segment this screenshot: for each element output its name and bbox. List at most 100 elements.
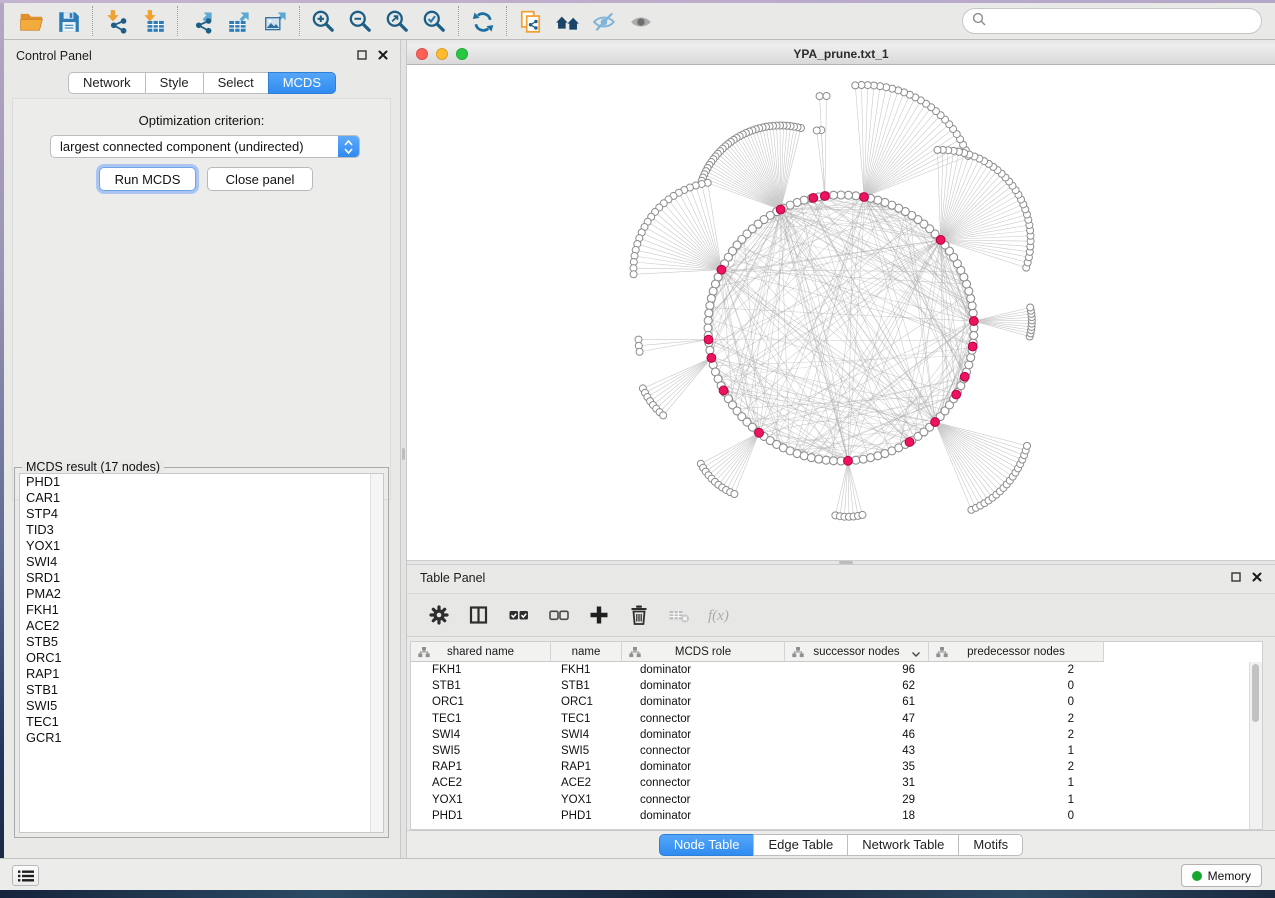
column-label: predecessor nodes: [967, 646, 1065, 658]
mcds-result-item[interactable]: STP4: [20, 506, 383, 522]
cell-predecessor-nodes: 0: [929, 678, 1104, 694]
tab-mcds[interactable]: MCDS: [268, 72, 336, 94]
mcds-result-item[interactable]: GCR1: [20, 730, 383, 746]
column-header-name[interactable]: name: [551, 642, 622, 662]
table-row[interactable]: RAP1RAP1dominator352: [411, 759, 1262, 775]
mcds-result-item[interactable]: STB1: [20, 682, 383, 698]
delete-row-icon[interactable]: [627, 603, 651, 627]
float-panel-icon[interactable]: [1231, 569, 1241, 587]
cell-successor-nodes: 35: [785, 759, 929, 775]
table-header-row: shared name nameMCDS role successor nodes p…: [411, 642, 1262, 662]
show-all-icon[interactable]: [623, 6, 660, 36]
mcds-result-item[interactable]: ACE2: [20, 618, 383, 634]
import-network-icon[interactable]: [98, 6, 135, 36]
columns-icon[interactable]: [467, 603, 491, 627]
mcds-result-item[interactable]: ORC1: [20, 650, 383, 666]
mcds-result-item[interactable]: SWI4: [20, 554, 383, 570]
cell-name: FKH1: [551, 662, 622, 678]
settings-icon[interactable]: [427, 603, 451, 627]
column-header-shared-name[interactable]: shared name: [411, 642, 551, 662]
table-row[interactable]: PHD1PHD1dominator180: [411, 808, 1262, 824]
table-row[interactable]: YOX1YOX1connector291: [411, 792, 1262, 808]
status-menu-button[interactable]: [12, 865, 39, 886]
network-canvas[interactable]: [407, 65, 1275, 560]
mcds-result-item[interactable]: PHD1: [20, 474, 383, 490]
close-panel-icon[interactable]: [1252, 569, 1262, 587]
tab-select[interactable]: Select: [203, 72, 269, 94]
close-panel-button[interactable]: Close panel: [207, 167, 313, 191]
optimization-select[interactable]: largest connected component (undirected): [50, 135, 360, 158]
mcds-result-item[interactable]: STB5: [20, 634, 383, 650]
tab-style[interactable]: Style: [145, 72, 204, 94]
toolbar-group: [8, 6, 92, 36]
tab-node-table[interactable]: Node Table: [659, 834, 755, 856]
mcds-result-item[interactable]: RAP1: [20, 666, 383, 682]
zoom-out-icon[interactable]: [342, 6, 379, 36]
control-panel-tabs: NetworkStyleSelectMCDS: [4, 72, 400, 94]
table-toolbar: f(x): [407, 593, 1275, 637]
table-scrollbar[interactable]: [1249, 662, 1262, 829]
add-row-icon[interactable]: [587, 603, 611, 627]
tab-network-table[interactable]: Network Table: [847, 834, 959, 856]
table-row[interactable]: STB1STB1dominator620: [411, 678, 1262, 694]
mcds-result-list[interactable]: PHD1CAR1STP4TID3YOX1SWI4SRD1PMA2FKH1ACE2…: [19, 473, 384, 833]
select-all-icon[interactable]: [507, 603, 531, 627]
save-session-icon[interactable]: [50, 6, 87, 36]
mcds-result-item[interactable]: TID3: [20, 522, 383, 538]
open-session-icon[interactable]: [13, 6, 50, 36]
cell-successor-nodes: 29: [785, 792, 929, 808]
cell-predecessor-nodes: 1: [929, 775, 1104, 791]
export-network-icon[interactable]: [183, 6, 220, 36]
table-row[interactable]: ORC1ORC1dominator610: [411, 694, 1262, 710]
zoom-selected-icon[interactable]: [416, 6, 453, 36]
table-scrollbar-thumb[interactable]: [1252, 664, 1259, 722]
export-table-icon[interactable]: [220, 6, 257, 36]
mcds-result-item[interactable]: CAR1: [20, 490, 383, 506]
table-row[interactable]: TEC1TEC1connector472: [411, 711, 1262, 727]
cell-successor-nodes: 46: [785, 727, 929, 743]
column-header-mcds-role[interactable]: MCDS role: [622, 642, 785, 662]
tab-edge-table[interactable]: Edge Table: [753, 834, 848, 856]
cell-shared-name: ORC1: [411, 694, 551, 710]
search-field[interactable]: [962, 8, 1262, 34]
vertical-splitter[interactable]: [400, 40, 407, 858]
mcds-result-item[interactable]: SWI5: [20, 698, 383, 714]
close-panel-icon[interactable]: [378, 47, 388, 65]
refresh-layout-icon[interactable]: [464, 6, 501, 36]
search-input[interactable]: [991, 13, 1252, 29]
control-panel: Control Panel NetworkStyleSelectMCDS Opt…: [4, 40, 400, 858]
node-table[interactable]: shared name nameMCDS role successor nodes p…: [410, 641, 1263, 830]
export-image-icon[interactable]: [257, 6, 294, 36]
table-row[interactable]: SWI4SWI4dominator462: [411, 727, 1262, 743]
mcds-result-item[interactable]: FKH1: [20, 602, 383, 618]
mcds-list-scrollbar[interactable]: [370, 474, 383, 832]
memory-label: Memory: [1208, 869, 1251, 883]
table-row[interactable]: ACE2ACE2connector311: [411, 775, 1262, 791]
tab-network[interactable]: Network: [68, 72, 146, 94]
column-header-predecessor-nodes[interactable]: predecessor nodes: [929, 642, 1104, 662]
zoom-fit-icon[interactable]: [379, 6, 416, 36]
mcds-result-item[interactable]: TEC1: [20, 714, 383, 730]
main-toolbar: [4, 3, 1275, 40]
duplicate-network-icon[interactable]: [512, 6, 549, 36]
mcds-result-item[interactable]: SRD1: [20, 570, 383, 586]
column-label: successor nodes: [813, 646, 899, 658]
table-row[interactable]: FKH1FKH1dominator962: [411, 662, 1262, 678]
import-table-icon[interactable]: [135, 6, 172, 36]
first-neighbors-icon[interactable]: [549, 6, 586, 36]
hide-selected-icon[interactable]: [586, 6, 623, 36]
column-header-successor-nodes[interactable]: successor nodes: [785, 642, 929, 662]
network-window-titlebar[interactable]: YPA_prune.txt_1: [407, 44, 1275, 65]
float-panel-icon[interactable]: [357, 47, 367, 65]
table-row[interactable]: SWI5SWI5connector431: [411, 743, 1262, 759]
column-label: shared name: [447, 646, 514, 658]
mcds-result-item[interactable]: YOX1: [20, 538, 383, 554]
tab-motifs[interactable]: Motifs: [958, 834, 1023, 856]
mcds-result-item[interactable]: PMA2: [20, 586, 383, 602]
memory-button[interactable]: Memory: [1181, 864, 1262, 887]
deselect-all-icon[interactable]: [547, 603, 571, 627]
run-mcds-button[interactable]: Run MCDS: [99, 167, 196, 191]
network-graph[interactable]: [407, 65, 1275, 560]
zoom-in-icon[interactable]: [305, 6, 342, 36]
optimization-value: largest connected component (undirected): [51, 139, 338, 154]
